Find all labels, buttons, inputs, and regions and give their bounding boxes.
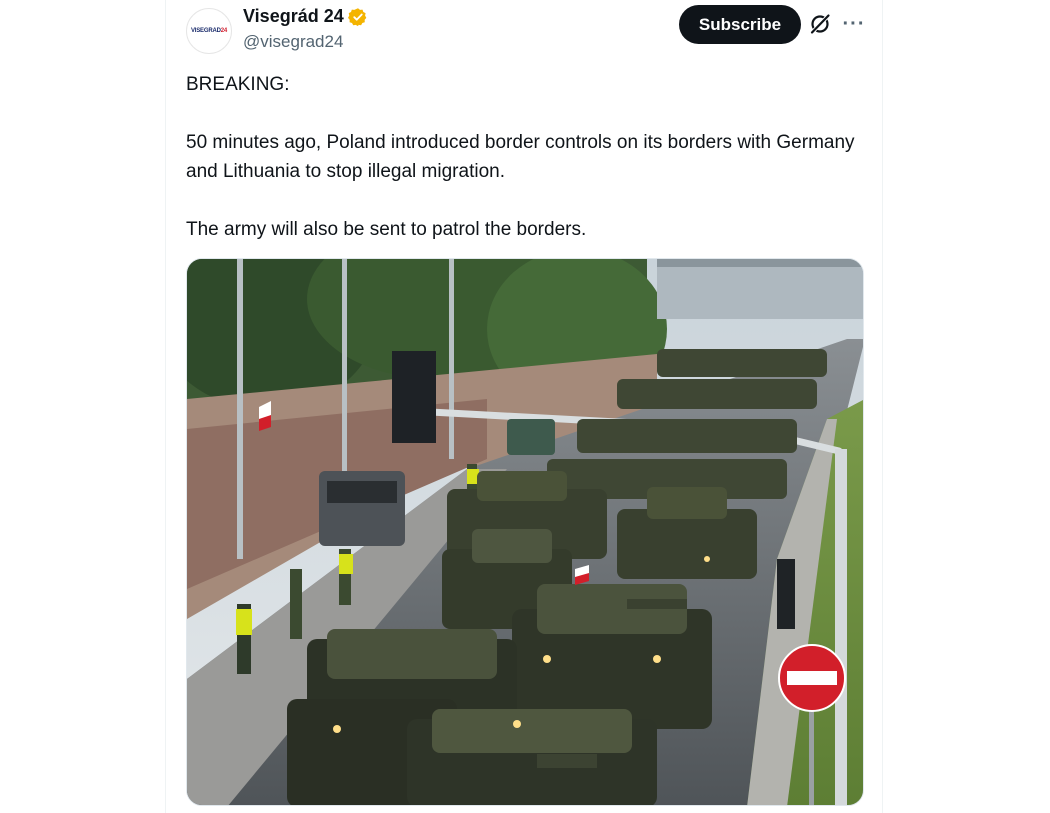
author-name-row[interactable]: Visegrád 24 — [243, 6, 368, 27]
post-header: VISEGRAD24 Visegrád 24 @visegrad24 Subsc… — [166, 0, 884, 60]
verified-badge-icon — [347, 7, 367, 26]
author-display-name[interactable]: Visegrád 24 — [243, 6, 344, 27]
more-icon[interactable]: ··· — [840, 10, 868, 38]
subscribe-button[interactable]: Subscribe — [679, 5, 801, 44]
post-paragraph: The army will also be sent to patrol the… — [186, 219, 587, 240]
grok-icon[interactable] — [808, 12, 832, 36]
avatar-logo: VISEGRAD24 — [190, 28, 228, 34]
post-paragraph: BREAKING: — [186, 74, 290, 95]
post-card: VISEGRAD24 Visegrád 24 @visegrad24 Subsc… — [165, 0, 883, 813]
tank-parade-photo — [187, 259, 863, 805]
post-image[interactable] — [186, 258, 864, 806]
author-handle[interactable]: @visegrad24 — [243, 32, 343, 52]
post-paragraph: 50 minutes ago, Poland introduced border… — [186, 132, 855, 182]
post-text: BREAKING: 50 minutes ago, Poland introdu… — [186, 70, 866, 244]
avatar[interactable]: VISEGRAD24 — [186, 8, 232, 54]
